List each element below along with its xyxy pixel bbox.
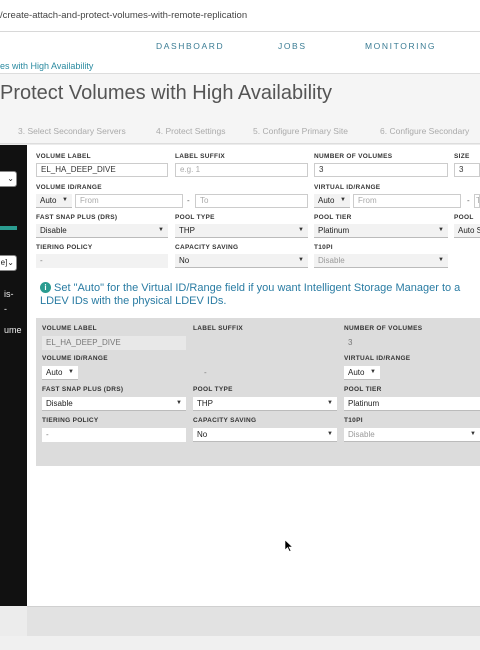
caret-down-icon: ▼: [327, 400, 333, 406]
mouse-cursor-icon: [285, 540, 293, 552]
caret-down-icon: ▼: [340, 197, 346, 203]
step-6[interactable]: 6. Configure Secondary: [380, 126, 469, 136]
range-dash: -: [187, 196, 190, 205]
pool-tier-label: POOL TIER: [314, 214, 352, 221]
caret-down-icon: ▼: [470, 431, 476, 437]
tiering-policy-label: TIERING POLICY: [36, 244, 93, 251]
sec-virtual-id-range-label: VIRTUAL ID/RANGE: [344, 355, 411, 362]
step-3[interactable]: 3. Select Secondary Servers: [18, 126, 126, 136]
sidebar-progress-bar: [0, 226, 17, 230]
t10pi-label: T10PI: [314, 244, 333, 251]
volume-id-to-input[interactable]: To: [195, 194, 308, 208]
caret-down-icon: ▼: [158, 227, 164, 233]
number-of-volumes-input[interactable]: 3: [314, 163, 448, 177]
info-message-line-1: Set "Auto" for the Virtual ID/Range fiel…: [54, 282, 461, 294]
tiering-policy-value: -: [36, 254, 168, 268]
sec-volume-id-value: -: [200, 366, 220, 380]
pool-type-label: POOL TYPE: [175, 214, 215, 221]
caret-down-icon: ▼: [62, 197, 68, 203]
fast-snap-select[interactable]: Disable ▼: [36, 224, 168, 238]
pool-label: POOL: [454, 214, 474, 221]
sec-pool-tier-select[interactable]: Platinum: [344, 397, 480, 411]
number-of-volumes-label: NUMBER OF VOLUMES: [314, 153, 393, 160]
caret-down-icon: ▼: [298, 257, 304, 263]
sec-capacity-saving-label: CAPACITY SAVING: [193, 417, 257, 424]
breadcrumb[interactable]: es with High Availability: [0, 61, 93, 71]
chevron-down-icon: ⌄: [7, 174, 14, 183]
caret-down-icon: ▼: [68, 369, 74, 375]
pool-type-select[interactable]: THP ▼: [175, 224, 308, 238]
footer-bar: [27, 606, 480, 636]
sec-number-of-volumes-label: NUMBER OF VOLUMES: [344, 325, 423, 332]
sec-pool-tier-label: POOL TIER: [344, 386, 382, 393]
fast-snap-label: FAST SNAP PLUS (DRS): [36, 214, 118, 221]
nav-jobs[interactable]: JOBS: [278, 41, 307, 51]
sec-pool-type-label: POOL TYPE: [193, 386, 233, 393]
sec-fast-snap-select[interactable]: Disable ▼: [42, 397, 186, 411]
sidebar-select-2[interactable]: e]⌄: [0, 255, 17, 271]
sec-fast-snap-label: FAST SNAP PLUS (DRS): [42, 386, 124, 393]
caret-down-icon: ▼: [327, 431, 333, 437]
caret-down-icon: ▼: [438, 227, 444, 233]
page-title: Protect Volumes with High Availability: [0, 82, 333, 104]
virtual-id-to-input[interactable]: T: [474, 194, 480, 208]
left-sidebar: [0, 145, 27, 606]
sec-t10pi-select[interactable]: Disable ▼: [344, 428, 480, 442]
info-icon: i: [40, 282, 51, 293]
caret-down-icon: ▼: [298, 227, 304, 233]
label-suffix-label: LABEL SUFFIX: [175, 153, 226, 160]
virtual-id-range-label: VIRTUAL ID/RANGE: [314, 184, 381, 191]
label-suffix-input[interactable]: e.g. 1: [175, 163, 308, 177]
sec-pool-type-select[interactable]: THP ▼: [193, 397, 337, 411]
sec-virtual-id-mode-select[interactable]: Auto ▼: [344, 366, 380, 380]
sec-t10pi-label: T10PI: [344, 417, 363, 424]
sec-volume-id-range-label: VOLUME ID/RANGE: [42, 355, 108, 362]
volume-id-from-input[interactable]: From: [75, 194, 183, 208]
url-text[interactable]: /create-attach-and-protect-volumes-with-…: [0, 10, 247, 21]
sec-label-suffix-label: LABEL SUFFIX: [193, 325, 244, 332]
volume-label-input[interactable]: EL_HA_DEEP_DIVE: [36, 163, 168, 177]
pool-select[interactable]: Auto S: [454, 224, 480, 238]
sec-number-of-volumes-value: 3: [344, 336, 480, 350]
capacity-saving-select[interactable]: No ▼: [175, 254, 308, 268]
info-message-line-2: LDEV IDs with the physical LDEV IDs.: [40, 295, 227, 307]
bottom-strip: [0, 636, 480, 650]
volume-label-label: VOLUME LABEL: [36, 153, 91, 160]
pool-tier-select[interactable]: Platinum ▼: [314, 224, 448, 238]
sec-tiering-policy-label: TIERING POLICY: [42, 417, 99, 424]
volume-id-range-label: VOLUME ID/RANGE: [36, 184, 102, 191]
sec-volume-id-mode-select[interactable]: Auto ▼: [42, 366, 78, 380]
step-5[interactable]: 5. Configure Primary Site: [253, 126, 348, 136]
size-input[interactable]: 3: [454, 163, 480, 177]
size-label: SIZE: [454, 153, 470, 160]
sec-capacity-saving-select[interactable]: No ▼: [193, 428, 337, 442]
nav-monitoring[interactable]: MONITORING: [365, 41, 436, 51]
virtual-id-from-input[interactable]: From: [353, 194, 461, 208]
sec-tiering-policy-value: -: [42, 428, 186, 442]
capacity-saving-label: CAPACITY SAVING: [175, 244, 239, 251]
virtual-id-mode-select[interactable]: Auto ▼: [314, 194, 350, 208]
chevron-down-icon: ⌄: [7, 258, 14, 267]
step-4[interactable]: 4. Protect Settings: [156, 126, 225, 136]
caret-down-icon: ▼: [370, 369, 376, 375]
t10pi-select[interactable]: Disable ▼: [314, 254, 448, 268]
nav-dashboard[interactable]: DASHBOARD: [156, 41, 224, 51]
caret-down-icon: ▼: [176, 400, 182, 406]
sec-volume-label-value: EL_HA_DEEP_DIVE: [42, 336, 186, 350]
range-dash: -: [467, 196, 470, 205]
volume-id-mode-select[interactable]: Auto ▼: [36, 194, 72, 208]
sidebar-select-1[interactable]: ⌄: [0, 171, 17, 187]
sec-volume-label-label: VOLUME LABEL: [42, 325, 97, 332]
caret-down-icon: ▼: [438, 257, 444, 263]
